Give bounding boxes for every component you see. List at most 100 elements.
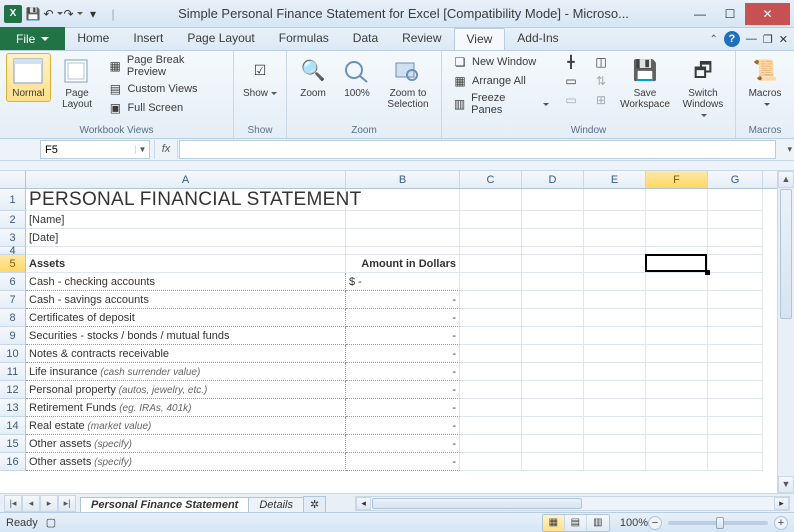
cell-B10[interactable]: -: [346, 345, 460, 363]
cell-F15[interactable]: [646, 435, 708, 453]
reset-pos-button[interactable]: ⊞: [589, 91, 613, 109]
cell-G12[interactable]: [708, 381, 763, 399]
status-normal-view[interactable]: ▦: [543, 515, 565, 531]
zoom-slider[interactable]: [668, 521, 768, 525]
cell-E11[interactable]: [584, 363, 646, 381]
cell-G1[interactable]: [708, 189, 763, 211]
cell-F7[interactable]: [646, 291, 708, 309]
cell-F10[interactable]: [646, 345, 708, 363]
col-header-C[interactable]: C: [460, 171, 522, 188]
cell-F16[interactable]: [646, 453, 708, 471]
doc-minimize-icon[interactable]: —: [746, 33, 757, 45]
cell-D11[interactable]: [522, 363, 584, 381]
tab-data[interactable]: Data: [341, 28, 390, 50]
row-header-11[interactable]: 11: [0, 363, 26, 381]
row-header-14[interactable]: 14: [0, 417, 26, 435]
tab-add-ins[interactable]: Add-Ins: [505, 28, 570, 50]
col-header-F[interactable]: F: [646, 171, 708, 188]
horizontal-scrollbar[interactable]: ◂ ▸: [355, 496, 790, 511]
cell-C13[interactable]: [460, 399, 522, 417]
cell-C11[interactable]: [460, 363, 522, 381]
sheet-nav-last[interactable]: ▸|: [58, 495, 76, 512]
cell-G7[interactable]: [708, 291, 763, 309]
cell-E6[interactable]: [584, 273, 646, 291]
cell-F2[interactable]: [646, 211, 708, 229]
page-break-preview-button[interactable]: ▦Page Break Preview: [103, 53, 227, 79]
cell-F4[interactable]: [646, 247, 708, 255]
scroll-down-button[interactable]: ▼: [778, 476, 794, 493]
cell-F14[interactable]: [646, 417, 708, 435]
col-header-A[interactable]: A: [26, 171, 346, 188]
cell-F3[interactable]: [646, 229, 708, 247]
maximize-button[interactable]: ☐: [715, 3, 745, 25]
cell-A7[interactable]: Cash - savings accounts: [26, 291, 346, 309]
cell-D12[interactable]: [522, 381, 584, 399]
arrange-all-button[interactable]: ▦Arrange All: [448, 72, 553, 90]
sheet-nav-first[interactable]: |◂: [4, 495, 22, 512]
cell-A10[interactable]: Notes & contracts receivable: [26, 345, 346, 363]
cell-E5[interactable]: [584, 255, 646, 273]
cell-G6[interactable]: [708, 273, 763, 291]
cell-A4[interactable]: [26, 247, 346, 255]
custom-views-button[interactable]: ▤Custom Views: [103, 80, 227, 98]
doc-restore-icon[interactable]: ❐: [763, 33, 773, 46]
cell-C14[interactable]: [460, 417, 522, 435]
redo-button[interactable]: ↷: [64, 5, 82, 23]
cell-A6[interactable]: Cash - checking accounts: [26, 273, 346, 291]
scroll-thumb[interactable]: [780, 189, 792, 319]
cell-F12[interactable]: [646, 381, 708, 399]
cell-G9[interactable]: [708, 327, 763, 345]
cell-C12[interactable]: [460, 381, 522, 399]
excel-app-icon[interactable]: X: [4, 5, 22, 23]
fx-label[interactable]: fx: [154, 140, 178, 159]
unhide-button[interactable]: ▭: [559, 91, 583, 109]
cell-F6[interactable]: [646, 273, 708, 291]
tab-insert[interactable]: Insert: [121, 28, 175, 50]
cell-B7[interactable]: -: [346, 291, 460, 309]
cell-C3[interactable]: [460, 229, 522, 247]
cell-G16[interactable]: [708, 453, 763, 471]
hscroll-thumb[interactable]: [372, 498, 582, 509]
cell-A8[interactable]: Certificates of deposit: [26, 309, 346, 327]
cell-E12[interactable]: [584, 381, 646, 399]
sync-scroll-button[interactable]: ⇅: [589, 72, 613, 90]
select-all-corner[interactable]: [0, 171, 26, 188]
cell-G15[interactable]: [708, 435, 763, 453]
cell-A11[interactable]: Life insurance (cash surrender value): [26, 363, 346, 381]
cell-G2[interactable]: [708, 211, 763, 229]
name-box-dropdown[interactable]: ▼: [135, 145, 149, 154]
row-header-7[interactable]: 7: [0, 291, 26, 309]
zoom-level[interactable]: 100%: [620, 517, 648, 529]
sheet-nav-next[interactable]: ▸: [40, 495, 58, 512]
cell-F8[interactable]: [646, 309, 708, 327]
cell-G8[interactable]: [708, 309, 763, 327]
cell-C5[interactable]: [460, 255, 522, 273]
row-header-5[interactable]: 5: [0, 255, 26, 273]
view-side-button[interactable]: ◫: [589, 53, 613, 71]
switch-windows-button[interactable]: 🗗 Switch Windows: [677, 53, 729, 124]
ribbon-minimize-icon[interactable]: ⌃: [710, 34, 718, 45]
grid-body[interactable]: 1PERSONAL FINANCIAL STATEMENT2[Name]3[Da…: [0, 189, 777, 471]
cell-D7[interactable]: [522, 291, 584, 309]
cell-C16[interactable]: [460, 453, 522, 471]
cell-E8[interactable]: [584, 309, 646, 327]
cell-C15[interactable]: [460, 435, 522, 453]
zoom-100-button[interactable]: 100%: [337, 53, 377, 102]
cell-B9[interactable]: -: [346, 327, 460, 345]
cell-E13[interactable]: [584, 399, 646, 417]
cell-B14[interactable]: -: [346, 417, 460, 435]
cell-D3[interactable]: [522, 229, 584, 247]
row-header-15[interactable]: 15: [0, 435, 26, 453]
minimize-button[interactable]: —: [685, 3, 715, 25]
cell-E3[interactable]: [584, 229, 646, 247]
cell-E9[interactable]: [584, 327, 646, 345]
cell-A12[interactable]: Personal property (autos, jewelry, etc.): [26, 381, 346, 399]
cell-B1[interactable]: [346, 189, 460, 211]
row-header-9[interactable]: 9: [0, 327, 26, 345]
cell-E15[interactable]: [584, 435, 646, 453]
vertical-scrollbar[interactable]: ▲ ▼: [777, 171, 794, 493]
row-header-6[interactable]: 6: [0, 273, 26, 291]
cell-G14[interactable]: [708, 417, 763, 435]
close-button[interactable]: ✕: [745, 3, 790, 25]
row-header-8[interactable]: 8: [0, 309, 26, 327]
